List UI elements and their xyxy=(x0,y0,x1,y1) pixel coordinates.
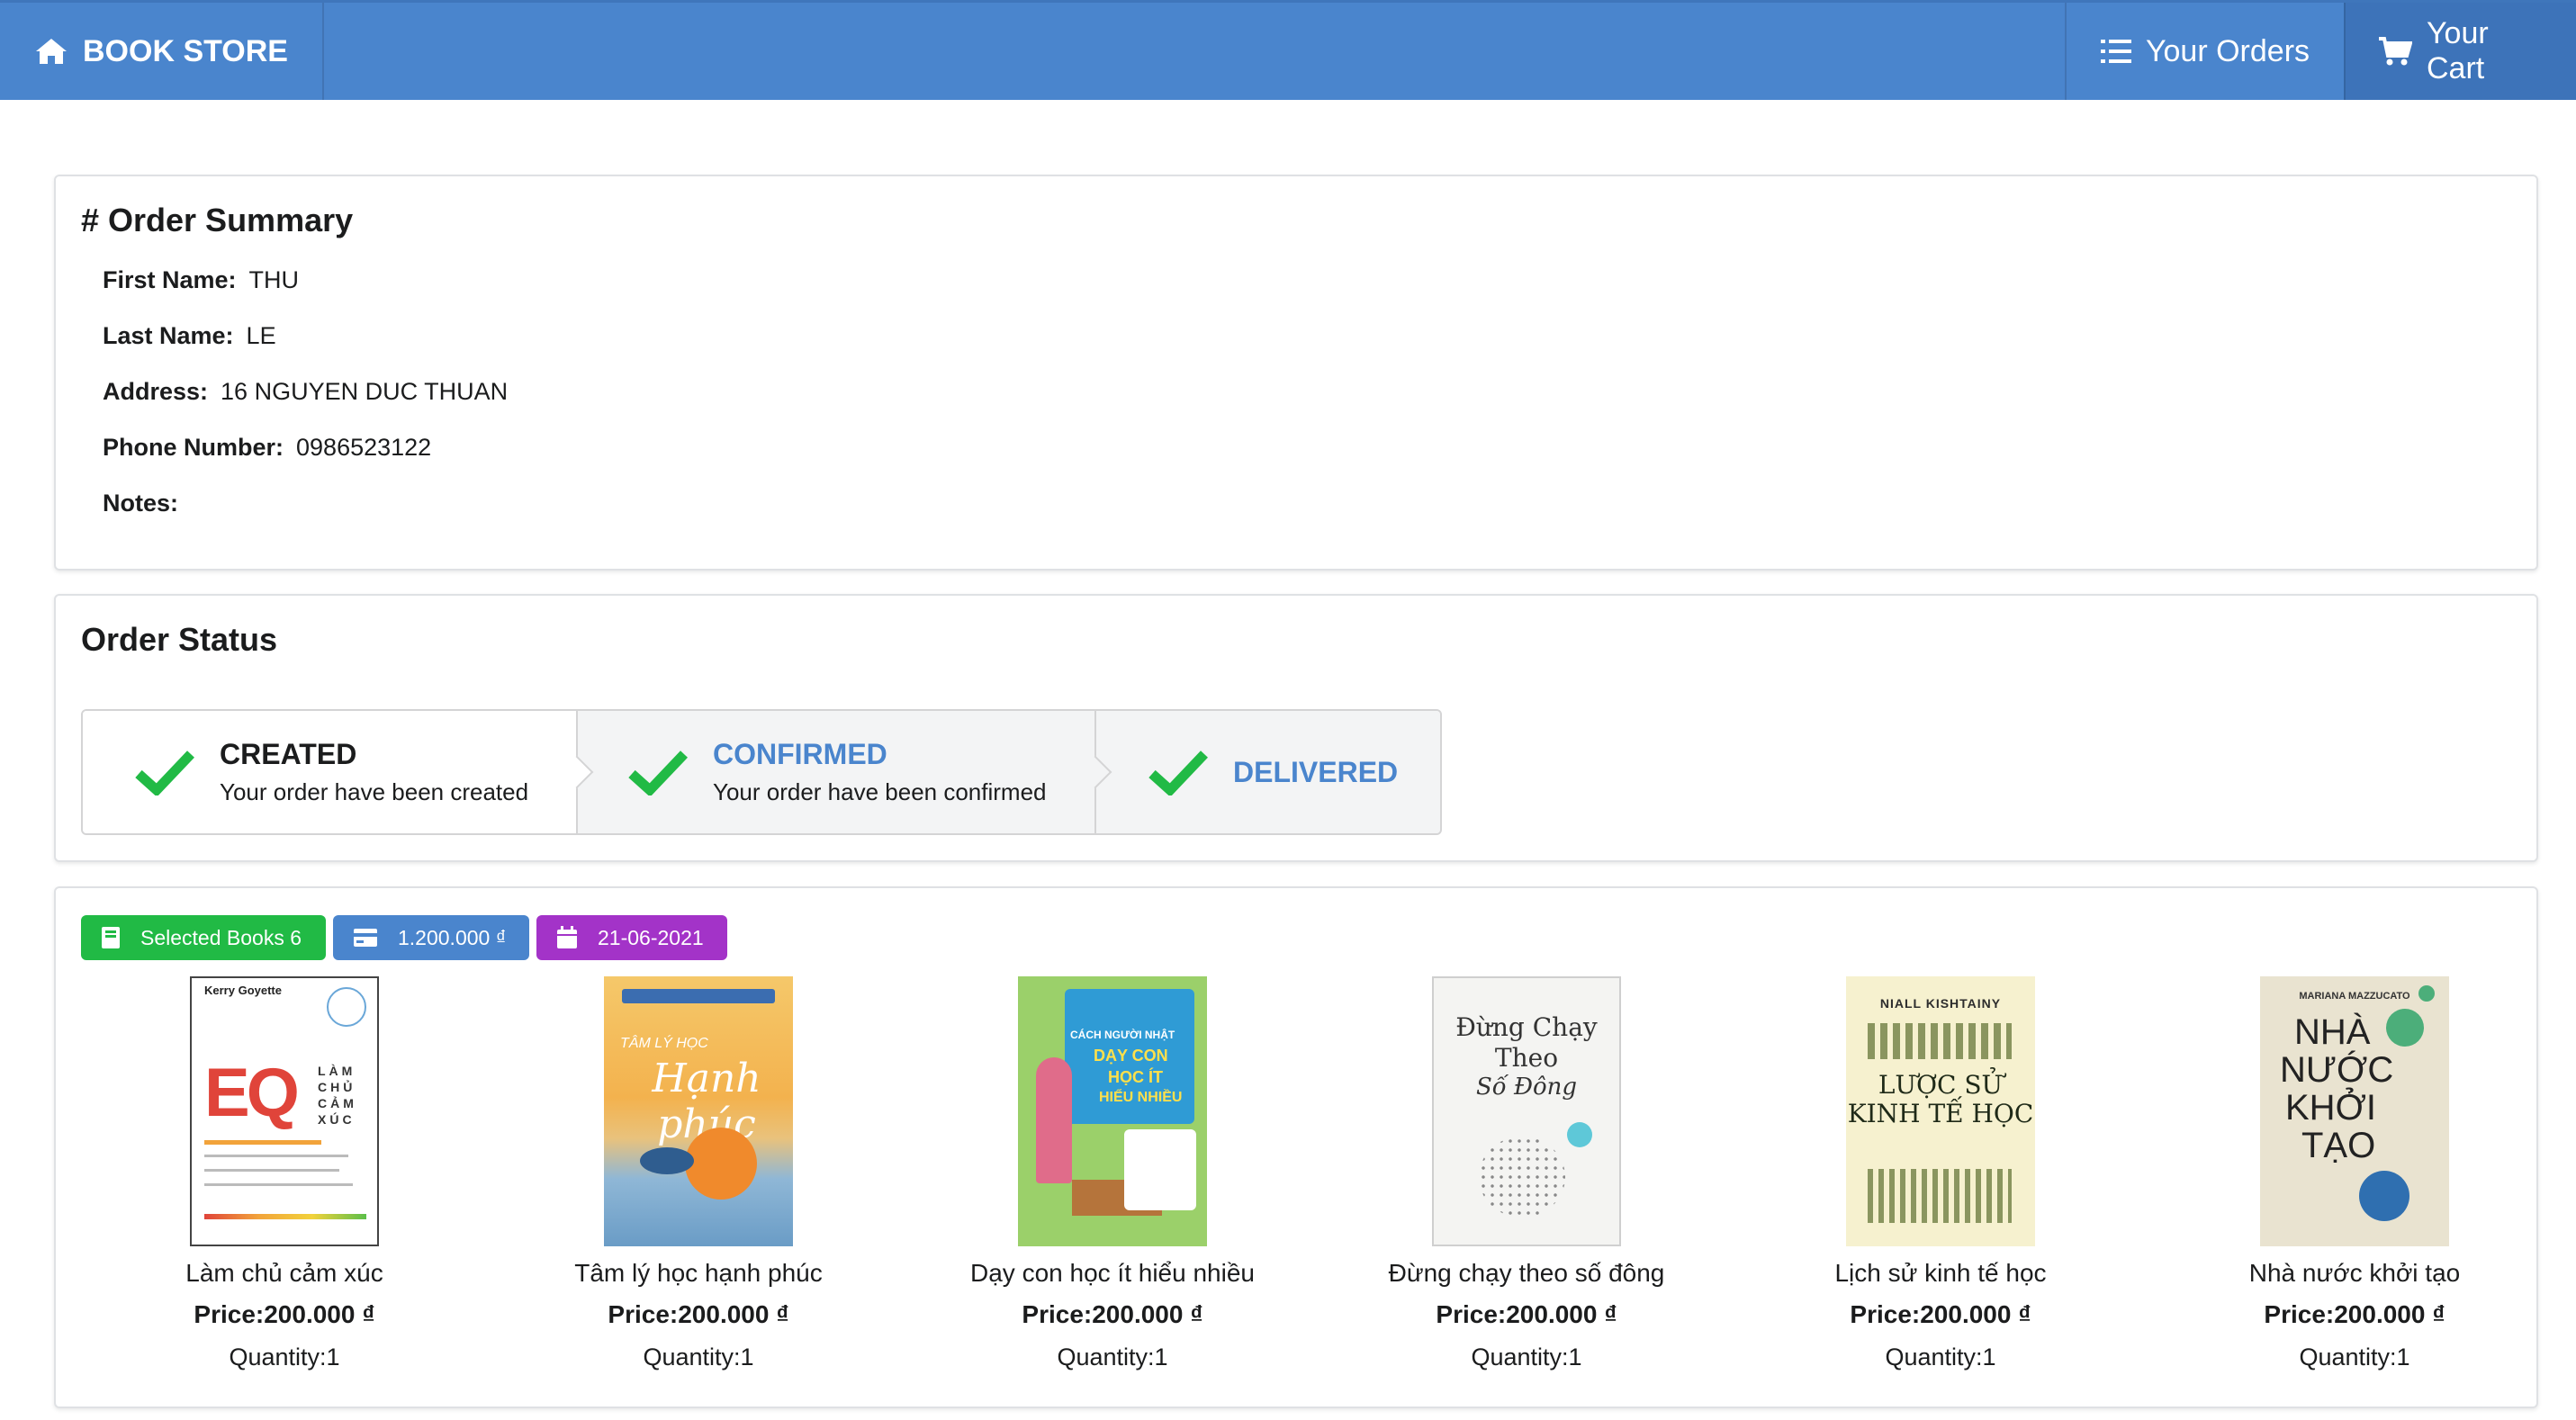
check-icon xyxy=(1148,749,1208,795)
field-label: Last Name: xyxy=(103,322,234,349)
book-item[interactable]: Kerry Goyette EQ LÀM CHỦ CẢM XÚC Làm chủ… xyxy=(104,976,464,1371)
your-orders-link[interactable]: Your Orders xyxy=(2065,3,2344,100)
order-status-panel: Order Status CREATED Your order have bee… xyxy=(54,594,2538,862)
order-summary-title: # Order Summary xyxy=(81,202,354,238)
your-orders-label: Your Orders xyxy=(2145,33,2310,68)
field-label: Address: xyxy=(103,378,209,405)
book-price: Price:200.000 ₫ xyxy=(1850,1300,2031,1328)
address-row: Address: 16 NGUYEN DUC THUAN xyxy=(103,378,508,406)
check-icon xyxy=(135,749,194,795)
book-price: Price:200.000 ₫ xyxy=(2264,1300,2445,1328)
book-quantity: Quantity:1 xyxy=(1057,1344,1168,1371)
step-delivered: DELIVERED xyxy=(1094,711,1440,833)
your-cart-label: Your Cart xyxy=(2427,16,2489,85)
book-price: Price:200.000 ₫ xyxy=(608,1300,789,1328)
book-item[interactable]: NIALL KISHTAINY LƯỢC SỬ KINH TẾ HỌC Lịch… xyxy=(1761,976,2121,1371)
order-summary-panel: # Order Summary First Name: THU Last Name… xyxy=(54,175,2538,571)
order-labels: Selected Books 6 1.200.000 ₫ 21-06-2021 xyxy=(81,915,727,960)
book-title: Làm chủ cảm xúc xyxy=(185,1259,383,1287)
brand-label: BOOK STORE xyxy=(83,33,288,68)
step-title: CREATED xyxy=(220,738,357,770)
calendar-icon xyxy=(556,926,578,949)
total-price-badge: 1.200.000 ₫ xyxy=(333,915,529,960)
book-price: Price:200.000 ₫ xyxy=(1436,1300,1617,1328)
book-price: Price:200.000 ₫ xyxy=(194,1300,375,1328)
book-quantity: Quantity:1 xyxy=(643,1344,754,1371)
status-steps: CREATED Your order have been created CON… xyxy=(81,709,1442,835)
your-cart-link[interactable]: Your Cart xyxy=(2344,3,2576,100)
step-confirmed: CONFIRMED Your order have been confirmed xyxy=(576,711,1112,833)
last-name-row: Last Name: LE xyxy=(103,322,276,350)
order-date-badge: 21-06-2021 xyxy=(536,915,727,960)
field-label: First Name: xyxy=(103,266,237,293)
step-title: DELIVERED xyxy=(1233,755,1399,788)
cart-icon xyxy=(2378,36,2412,67)
field-label: Phone Number: xyxy=(103,434,284,461)
top-menu: BOOK STORE Your Orders Your Cart xyxy=(0,0,2576,100)
step-description: Your order have been confirmed xyxy=(713,778,1047,805)
book-item[interactable]: TÂM LÝ HỌC Hạnh phúc Tâm lý học hạnh phú… xyxy=(518,976,878,1371)
book-title: Nhà nước khởi tạo xyxy=(2248,1259,2461,1287)
selected-books-badge: Selected Books 6 xyxy=(81,915,326,960)
phone-row: Phone Number: 0986523122 xyxy=(103,434,431,462)
book-icon xyxy=(101,926,121,949)
book-title: Tâm lý học hạnh phúc xyxy=(574,1259,823,1287)
book-title: Dạy con học ít hiểu nhiều xyxy=(970,1259,1255,1287)
book-quantity: Quantity:1 xyxy=(229,1344,340,1371)
field-value: 16 NGUYEN DUC THUAN xyxy=(221,378,509,405)
book-cover[interactable]: Đừng Chạy Theo Số Đông xyxy=(1432,976,1621,1246)
selected-books-label: Selected Books 6 xyxy=(140,925,302,949)
first-name-row: First Name: THU xyxy=(103,266,299,294)
field-value: 0986523122 xyxy=(296,434,432,461)
step-title: CONFIRMED xyxy=(713,738,887,770)
book-quantity: Quantity:1 xyxy=(2299,1344,2410,1371)
book-title: Lịch sử kinh tế học xyxy=(1834,1259,2047,1287)
field-label: Notes: xyxy=(103,490,179,517)
brand-link[interactable]: BOOK STORE xyxy=(0,3,324,100)
book-price: Price:200.000 ₫ xyxy=(1022,1300,1203,1328)
book-item[interactable]: MARIANA MAZZUCATO NHÀ NƯỚC KHỞI TẠO Nhà … xyxy=(2175,976,2535,1371)
order-date-label: 21-06-2021 xyxy=(598,925,704,949)
book-cover[interactable]: Kerry Goyette EQ LÀM CHỦ CẢM XÚC xyxy=(190,976,379,1246)
book-list: Kerry Goyette EQ LÀM CHỦ CẢM XÚC Làm chủ… xyxy=(56,976,2536,1390)
step-created: CREATED Your order have been created xyxy=(83,711,594,833)
book-cover[interactable]: MARIANA MAZZUCATO NHÀ NƯỚC KHỞI TẠO xyxy=(2260,976,2449,1246)
book-title: Đừng chạy theo số đông xyxy=(1388,1259,1665,1287)
order-books-panel: Selected Books 6 1.200.000 ₫ 21-06-2021 … xyxy=(54,886,2538,1408)
book-quantity: Quantity:1 xyxy=(1471,1344,1582,1371)
list-icon xyxy=(2100,38,2131,65)
order-status-title: Order Status xyxy=(81,621,278,658)
book-cover[interactable]: NIALL KISHTAINY LƯỢC SỬ KINH TẾ HỌC xyxy=(1846,976,2035,1246)
total-price-label: 1.200.000 ₫ xyxy=(398,925,507,949)
field-value: THU xyxy=(248,266,300,293)
field-value: LE xyxy=(246,322,276,349)
notes-row: Notes: xyxy=(103,490,191,517)
book-quantity: Quantity:1 xyxy=(1885,1344,1996,1371)
step-description: Your order have been created xyxy=(220,778,529,805)
check-icon xyxy=(628,749,688,795)
home-icon xyxy=(34,37,68,66)
book-cover[interactable]: CÁCH NGƯỜI NHẬT DẠY CON HỌC ÍT HIỂU NHIỀ… xyxy=(1018,976,1207,1246)
book-cover[interactable]: TÂM LÝ HỌC Hạnh phúc xyxy=(604,976,793,1246)
book-item[interactable]: Đừng Chạy Theo Số Đông Đừng chạy theo số… xyxy=(1347,976,1707,1371)
credit-card-icon xyxy=(353,928,378,948)
book-item[interactable]: CÁCH NGƯỜI NHẬT DẠY CON HỌC ÍT HIỂU NHIỀ… xyxy=(932,976,1293,1371)
